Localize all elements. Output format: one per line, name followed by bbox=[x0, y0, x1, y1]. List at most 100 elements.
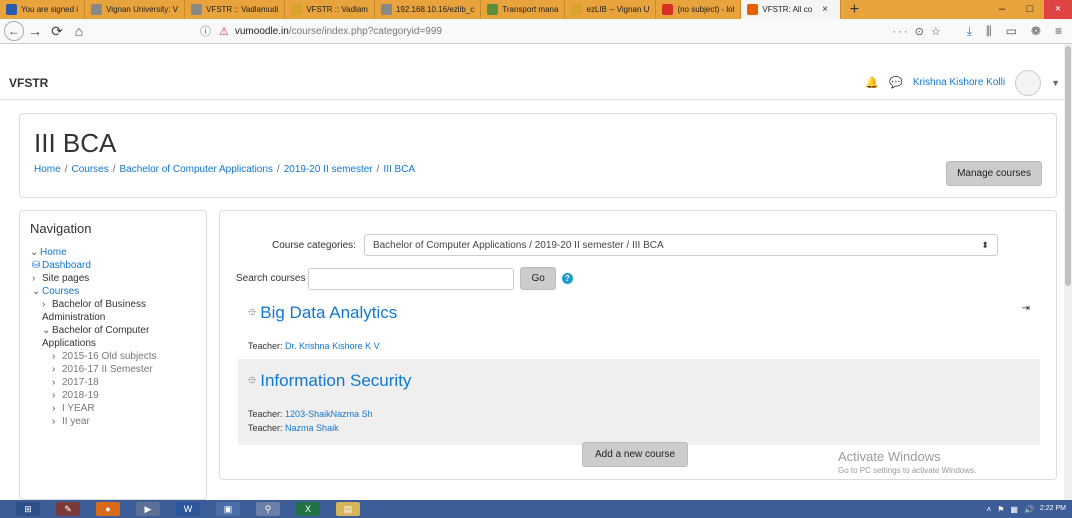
url-bar[interactable]: ⓘ ⚠ vumoodle.in /course/index.php?catego… bbox=[200, 20, 961, 42]
back-arrow-icon[interactable]: ← bbox=[4, 21, 24, 41]
site-info-icon[interactable]: ⓘ bbox=[200, 23, 211, 39]
category-selected-value: Bachelor of Computer Applications / 2019… bbox=[372, 239, 664, 251]
minimize-button[interactable]: – bbox=[988, 0, 1016, 19]
nav-item[interactable]: ⌄ Home bbox=[20, 246, 206, 259]
tab-favicon-icon bbox=[291, 4, 303, 15]
browser-tab[interactable]: 192.168.10.16/ezlib_c bbox=[375, 0, 482, 19]
nav-item-label: 2016-17 II Semester bbox=[62, 364, 153, 375]
nav-item[interactable]: › II year bbox=[20, 415, 206, 428]
user-name[interactable]: Krishna Kishore Kolli bbox=[913, 77, 1005, 88]
browser-tab[interactable]: (no subject) - lol bbox=[656, 0, 742, 19]
nav-item[interactable]: › I YEAR bbox=[20, 402, 206, 415]
nav-item[interactable]: › Bachelor of Business Administration bbox=[20, 298, 206, 324]
nav-item-label: Site pages bbox=[42, 273, 90, 284]
nav-item[interactable]: ⌄ Courses bbox=[20, 285, 206, 298]
teacher-link[interactable]: 1203-ShaikNazma Sh bbox=[285, 409, 373, 419]
enrolment-icon[interactable]: ⇥ bbox=[1022, 303, 1030, 314]
extension-icon[interactable]: ❁ bbox=[1031, 24, 1041, 39]
menu-icon[interactable]: ≡ bbox=[1055, 24, 1062, 39]
computer-app-icon[interactable]: ▣ bbox=[216, 502, 240, 516]
flag-icon[interactable]: ⚑ bbox=[997, 505, 1004, 514]
forward-arrow-icon[interactable]: → bbox=[24, 23, 46, 39]
windows-start-icon[interactable]: ⊞ bbox=[16, 502, 40, 516]
home-icon[interactable]: ⌂ bbox=[68, 23, 90, 39]
browser-tab[interactable]: VFSTR :: Vadlamudi bbox=[185, 0, 286, 19]
watermark-subtitle: Go to PC settings to activate Windows. bbox=[838, 466, 977, 475]
breadcrumb-link[interactable]: Home bbox=[34, 164, 61, 175]
maximize-button[interactable]: □ bbox=[1016, 0, 1044, 19]
paint-app-icon[interactable]: ✎ bbox=[56, 502, 80, 516]
paint-brush-app-icon[interactable]: ⚲ bbox=[256, 502, 280, 516]
breadcrumb-separator: / bbox=[376, 164, 380, 175]
teacher-label: Teacher: bbox=[248, 341, 283, 351]
avatar[interactable] bbox=[1015, 69, 1042, 96]
navigation-block: Navigation ⌄ Home ⛁ Dashboard › Site pages ⌄ Co… bbox=[19, 210, 207, 500]
file-explorer-icon[interactable]: ▤ bbox=[336, 502, 360, 516]
tab-close-icon[interactable]: × bbox=[822, 4, 828, 15]
browser-tab[interactable]: Transport mana bbox=[481, 0, 566, 19]
search-label: Search courses bbox=[236, 273, 306, 284]
excel-app-icon[interactable]: X bbox=[296, 502, 320, 516]
nav-item[interactable]: › 2015-16 Old subjects bbox=[20, 350, 206, 363]
notification-bell-icon[interactable]: 🔔 bbox=[865, 76, 879, 89]
page-actions-icon[interactable]: ··· bbox=[893, 26, 910, 38]
user-menu-caret-icon[interactable]: ▼ bbox=[1051, 78, 1060, 88]
manage-courses-button[interactable]: Manage courses bbox=[946, 161, 1042, 186]
scrollbar-thumb[interactable] bbox=[1065, 46, 1071, 286]
taskbar-clock[interactable]: 2:22 PM bbox=[1040, 505, 1066, 513]
course-name-link[interactable]: Information Security bbox=[260, 371, 411, 391]
tab-favicon-icon bbox=[571, 4, 583, 15]
media-player-icon[interactable]: ▶ bbox=[136, 502, 160, 516]
messages-icon[interactable]: 💬 bbox=[889, 76, 903, 89]
help-icon[interactable]: ? bbox=[561, 273, 573, 284]
browser-tab[interactable]: VFSTR: All co × bbox=[741, 0, 842, 19]
course-icon: ⯐ bbox=[248, 306, 257, 319]
firefox-app-icon[interactable]: ● bbox=[96, 502, 120, 516]
category-select[interactable]: Bachelor of Computer Applications / 2019… bbox=[363, 234, 998, 256]
user-menu-area: 🔔 💬 Krishna Kishore Kolli ▼ bbox=[865, 69, 1060, 96]
nav-item[interactable]: › 2018-19 bbox=[20, 389, 206, 402]
nav-item-label: Courses bbox=[42, 286, 80, 297]
browser-navigation-bar: ← → ⟳ ⌂ ⓘ ⚠ vumoodle.in /course/index.ph… bbox=[0, 19, 1072, 44]
collapsed-chevron-icon: › bbox=[52, 351, 56, 362]
go-button[interactable]: Go bbox=[520, 267, 556, 290]
teacher-link[interactable]: Nazma Shaik bbox=[285, 423, 339, 433]
breadcrumb-link[interactable]: III BCA bbox=[383, 164, 415, 175]
browser-tab[interactable]: Vignan University: V bbox=[85, 0, 185, 19]
breadcrumb-link[interactable]: Bachelor of Computer Applications bbox=[120, 164, 273, 175]
insecure-lock-icon: ⚠ bbox=[219, 25, 229, 38]
window-close-button[interactable]: × bbox=[1044, 0, 1072, 19]
nav-item[interactable]: › 2016-17 II Semester bbox=[20, 363, 206, 376]
bookmark-star-icon[interactable]: ☆ bbox=[931, 26, 943, 38]
dashboard-icon: ⛁ bbox=[32, 260, 41, 271]
breadcrumb-link[interactable]: 2019-20 II semester bbox=[284, 164, 373, 175]
browser-tab[interactable]: VFSTR :: Vadlam bbox=[285, 0, 375, 19]
word-app-icon[interactable]: W bbox=[176, 502, 200, 516]
nav-item[interactable]: › 2017-18 bbox=[20, 376, 206, 389]
library-icon[interactable]: ⫼ bbox=[986, 24, 992, 39]
browser-tab[interactable]: ezLIB -- Vignan U bbox=[565, 0, 657, 19]
nav-item[interactable]: ⛁ Dashboard bbox=[20, 259, 206, 272]
activate-windows-watermark: Activate Windows Go to PC settings to ac… bbox=[838, 449, 976, 475]
tray-arrow-icon[interactable]: ˄ bbox=[987, 505, 992, 514]
download-icon[interactable]: ⤓ bbox=[967, 24, 972, 39]
nav-item[interactable]: ⌄ Bachelor of Computer Applications bbox=[20, 324, 206, 350]
volume-icon[interactable]: 🔊 bbox=[1024, 505, 1034, 514]
course-teacher: Teacher: 1203-ShaikNazma Sh bbox=[248, 409, 373, 419]
nav-item[interactable]: › Site pages bbox=[20, 272, 206, 285]
breadcrumb-link[interactable]: Courses bbox=[71, 164, 108, 175]
network-icon[interactable]: ▦ bbox=[1010, 505, 1018, 514]
teacher-link[interactable]: Dr. Krishna Kishore K V bbox=[285, 341, 380, 351]
tab-list: You are signed i Vignan University: V VFST… bbox=[0, 0, 842, 19]
add-new-course-button[interactable]: Add a new course bbox=[582, 442, 689, 467]
course-name-link[interactable]: Big Data Analytics bbox=[260, 303, 397, 323]
sidebar-icon[interactable]: ▭ bbox=[1006, 24, 1017, 39]
browser-tab-strip: You are signed i Vignan University: V VFST… bbox=[0, 0, 1072, 19]
new-tab-button[interactable]: + bbox=[841, 0, 867, 19]
site-brand[interactable]: VFSTR bbox=[9, 76, 48, 90]
search-input[interactable] bbox=[308, 267, 515, 290]
pocket-icon[interactable]: ⊙ bbox=[915, 26, 926, 38]
reload-icon[interactable]: ⟳ bbox=[46, 23, 68, 40]
browser-tab[interactable]: You are signed i bbox=[0, 0, 86, 19]
page-scrollbar[interactable] bbox=[1064, 44, 1072, 500]
